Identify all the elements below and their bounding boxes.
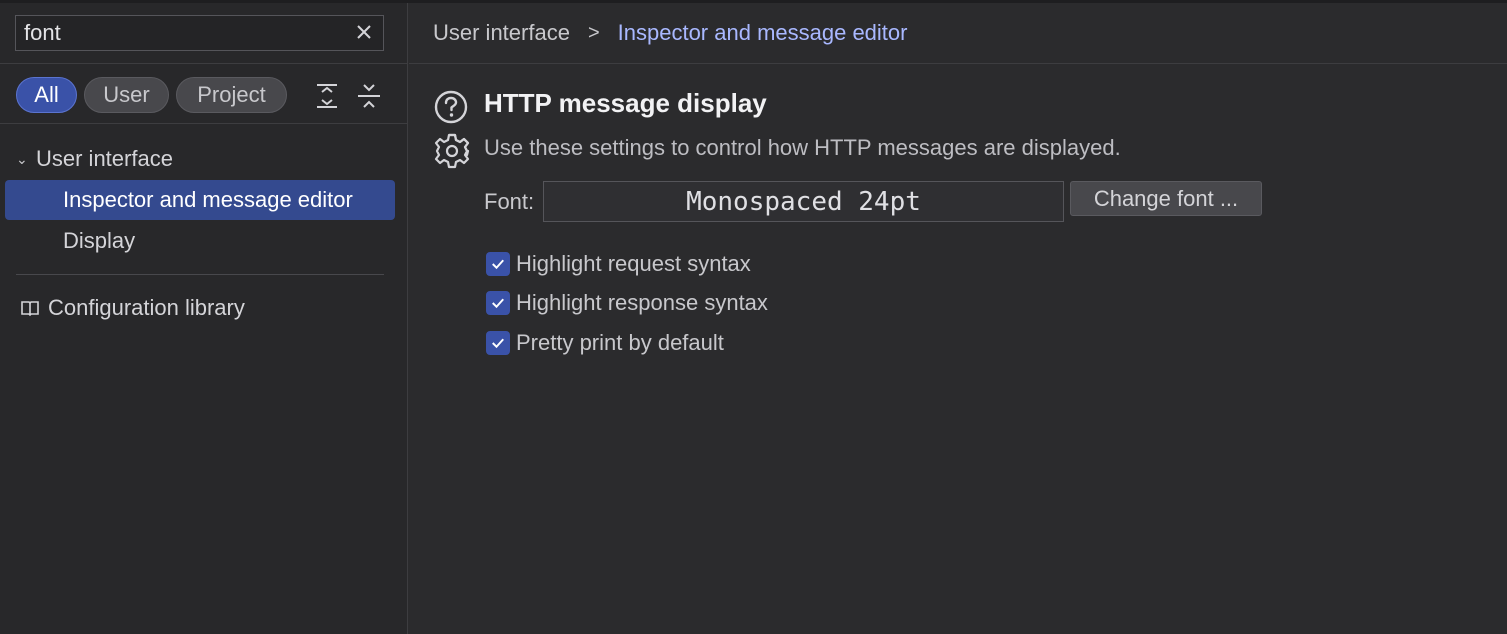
checkbox[interactable] xyxy=(486,331,510,355)
filter-row: All User Project xyxy=(0,63,407,124)
breadcrumb: User interface > Inspector and message e… xyxy=(409,3,1507,64)
highlight-response-checkbox-row[interactable]: Highlight response syntax xyxy=(486,289,768,317)
font-label: Font: xyxy=(484,189,535,214)
tree-group-user-interface[interactable]: ⌄ User interface xyxy=(0,139,407,179)
section-title: HTTP message display xyxy=(484,88,767,118)
checkbox-label: Pretty print by default xyxy=(516,330,724,355)
settings-sidebar: All User Project ⌄ User interface Inspec… xyxy=(0,3,408,634)
clear-search-icon[interactable] xyxy=(353,21,375,43)
check-icon xyxy=(492,298,504,309)
tree-item-display[interactable]: Display xyxy=(0,221,407,261)
sidebar-divider xyxy=(16,274,384,275)
filter-user-button[interactable]: User xyxy=(84,77,169,113)
configuration-library-link[interactable]: Configuration library xyxy=(0,288,407,328)
filter-all-button[interactable]: All xyxy=(16,77,77,113)
breadcrumb-current: Inspector and message editor xyxy=(617,20,908,45)
checkbox[interactable] xyxy=(486,252,510,276)
filter-project-button[interactable]: Project xyxy=(176,77,287,113)
search-box xyxy=(15,15,384,51)
font-display-field: Monospaced 24pt xyxy=(543,181,1064,222)
tree-item-label: Display xyxy=(63,228,136,253)
expand-all-icon[interactable] xyxy=(314,81,340,111)
search-input[interactable] xyxy=(16,16,346,50)
tree-item-label: Inspector and message editor xyxy=(63,187,353,212)
gear-icon[interactable] xyxy=(433,132,471,170)
chevron-down-icon: ⌄ xyxy=(16,150,28,167)
checkbox-label: Highlight response syntax xyxy=(516,290,768,315)
check-icon xyxy=(492,259,504,270)
collapse-all-icon[interactable] xyxy=(356,81,382,111)
breadcrumb-parent[interactable]: User interface xyxy=(433,20,570,46)
check-icon xyxy=(492,338,504,349)
help-icon[interactable] xyxy=(433,89,469,125)
pretty-print-checkbox-row[interactable]: Pretty print by default xyxy=(486,329,724,357)
highlight-request-checkbox-row[interactable]: Highlight request syntax xyxy=(486,250,751,278)
configuration-library-label: Configuration library xyxy=(48,295,245,320)
checkbox-label: Highlight request syntax xyxy=(516,251,751,276)
tree-item-inspector[interactable]: Inspector and message editor xyxy=(5,180,395,220)
breadcrumb-separator: > xyxy=(587,21,600,44)
book-icon xyxy=(21,301,39,317)
change-font-button[interactable]: Change font ... xyxy=(1070,181,1262,216)
tree-group-label: User interface xyxy=(36,146,173,171)
section-description: Use these settings to control how HTTP m… xyxy=(484,135,1121,160)
checkbox[interactable] xyxy=(486,291,510,315)
